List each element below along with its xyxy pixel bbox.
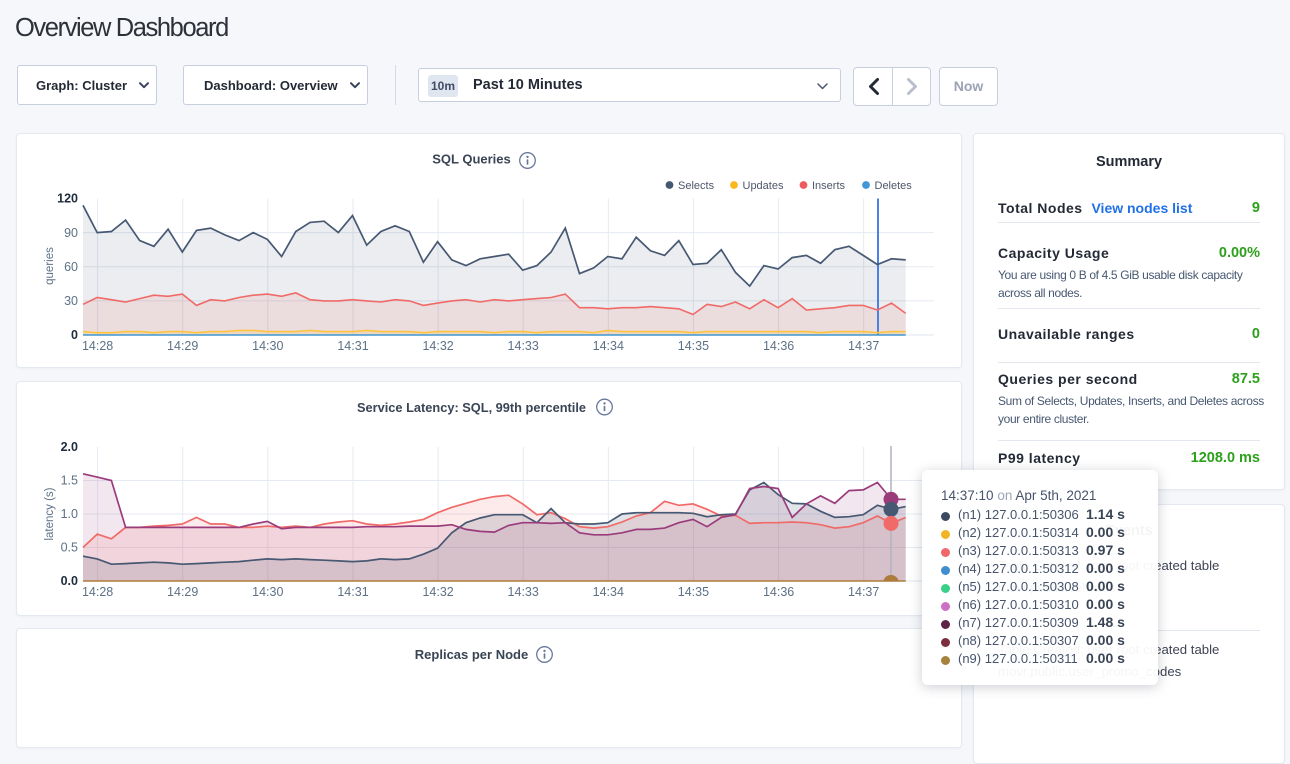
svg-text:14:30: 14:30 bbox=[252, 339, 283, 353]
svg-text:0.0: 0.0 bbox=[61, 574, 78, 588]
svg-text:SQL Queries: SQL Queries bbox=[432, 152, 511, 167]
svg-text:1.0: 1.0 bbox=[61, 507, 78, 521]
svg-text:14:37: 14:37 bbox=[848, 585, 879, 599]
svg-text:Replicas per Node: Replicas per Node bbox=[415, 647, 528, 662]
svg-text:14:36: 14:36 bbox=[763, 339, 794, 353]
svg-text:Service Latency: SQL, 99th per: Service Latency: SQL, 99th percentile bbox=[357, 400, 586, 415]
svg-text:Selects: Selects bbox=[678, 180, 715, 192]
svg-text:14:30: 14:30 bbox=[252, 585, 283, 599]
svg-text:14:29: 14:29 bbox=[167, 585, 198, 599]
svg-text:120: 120 bbox=[57, 192, 78, 206]
svg-text:14:31: 14:31 bbox=[337, 585, 368, 599]
svg-text:Deletes: Deletes bbox=[875, 180, 913, 192]
svg-text:14:31: 14:31 bbox=[337, 339, 368, 353]
svg-text:queries: queries bbox=[44, 247, 56, 285]
svg-text:Inserts: Inserts bbox=[812, 180, 846, 192]
svg-text:0.5: 0.5 bbox=[61, 541, 78, 555]
svg-text:14:35: 14:35 bbox=[678, 585, 709, 599]
svg-text:14:34: 14:34 bbox=[593, 585, 624, 599]
svg-text:0: 0 bbox=[71, 328, 78, 342]
svg-text:14:32: 14:32 bbox=[422, 585, 453, 599]
svg-text:14:32: 14:32 bbox=[422, 339, 453, 353]
svg-text:14:36: 14:36 bbox=[763, 585, 794, 599]
svg-text:1.5: 1.5 bbox=[61, 474, 78, 488]
svg-text:14:29: 14:29 bbox=[167, 339, 198, 353]
svg-text:14:34: 14:34 bbox=[593, 339, 624, 353]
svg-text:14:28: 14:28 bbox=[82, 585, 113, 599]
svg-text:14:28: 14:28 bbox=[82, 339, 113, 353]
svg-text:2.0: 2.0 bbox=[61, 440, 78, 454]
svg-text:14:35: 14:35 bbox=[678, 339, 709, 353]
svg-text:30: 30 bbox=[64, 294, 78, 308]
svg-text:60: 60 bbox=[64, 260, 78, 274]
svg-text:latency (s): latency (s) bbox=[44, 487, 56, 540]
svg-text:90: 90 bbox=[64, 226, 78, 240]
svg-text:14:37: 14:37 bbox=[848, 339, 879, 353]
svg-text:14:33: 14:33 bbox=[508, 339, 539, 353]
svg-text:Updates: Updates bbox=[743, 180, 784, 192]
svg-text:14:33: 14:33 bbox=[508, 585, 539, 599]
